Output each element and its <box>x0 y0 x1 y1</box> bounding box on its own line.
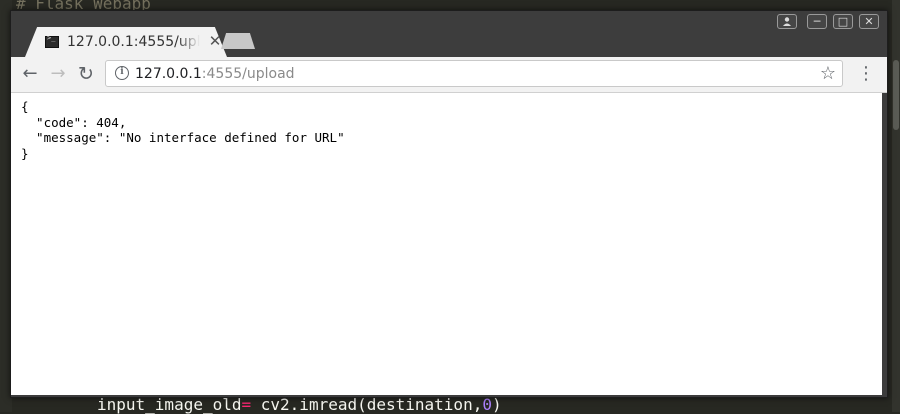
reload-icon[interactable]: ↻ <box>75 63 97 85</box>
back-arrow-icon[interactable]: ← <box>19 63 41 85</box>
terminal-icon <box>45 34 59 48</box>
user-glyph <box>783 17 791 26</box>
editor-scrollbar[interactable] <box>892 0 900 412</box>
json-line: "message": "No interface defined for URL… <box>21 130 345 145</box>
editor-scroll-thumb[interactable] <box>893 60 899 130</box>
url-path: :4555/upload <box>201 66 295 82</box>
tab-upload[interactable]: 127.0.0.1:4555/upload ✕ <box>25 27 227 57</box>
browser-toolbar: ← → ↻ i 127.0.0.1:4555/upload ☆ ⋮ <box>11 57 887 93</box>
tab-close-icon[interactable]: ✕ <box>207 32 223 50</box>
new-tab-button[interactable] <box>221 33 255 49</box>
info-icon[interactable]: i <box>115 66 129 80</box>
user-icon[interactable] <box>777 14 797 29</box>
bookmark-star-icon[interactable]: ☆ <box>820 63 836 84</box>
browser-window: 127.0.0.1:4555/upload ✕ ─ □ ✕ ← → ↻ i 12… <box>10 10 888 398</box>
browser-menu-icon[interactable]: ⋮ <box>857 64 875 84</box>
url-text[interactable]: 127.0.0.1:4555/upload <box>135 66 295 82</box>
json-line: "code": 404, <box>21 114 127 130</box>
minimize-button[interactable]: ─ <box>807 14 827 29</box>
url-host: 127.0.0.1 <box>135 66 202 82</box>
json-line: { <box>21 99 29 114</box>
forward-arrow-icon[interactable]: → <box>47 63 69 85</box>
tab-title: 127.0.0.1:4555/upload <box>67 34 200 50</box>
browser-titlebar[interactable]: 127.0.0.1:4555/upload ✕ ─ □ ✕ <box>11 11 887 57</box>
json-line: } <box>21 145 29 161</box>
json-response: { "code": 404, "message": "No interface … <box>21 99 345 161</box>
address-bar[interactable]: i 127.0.0.1:4555/upload ☆ <box>105 60 843 87</box>
close-window-button[interactable]: ✕ <box>859 14 879 29</box>
maximize-button[interactable]: □ <box>833 14 853 29</box>
page-content: { "code": 404, "message": "No interface … <box>11 93 882 395</box>
